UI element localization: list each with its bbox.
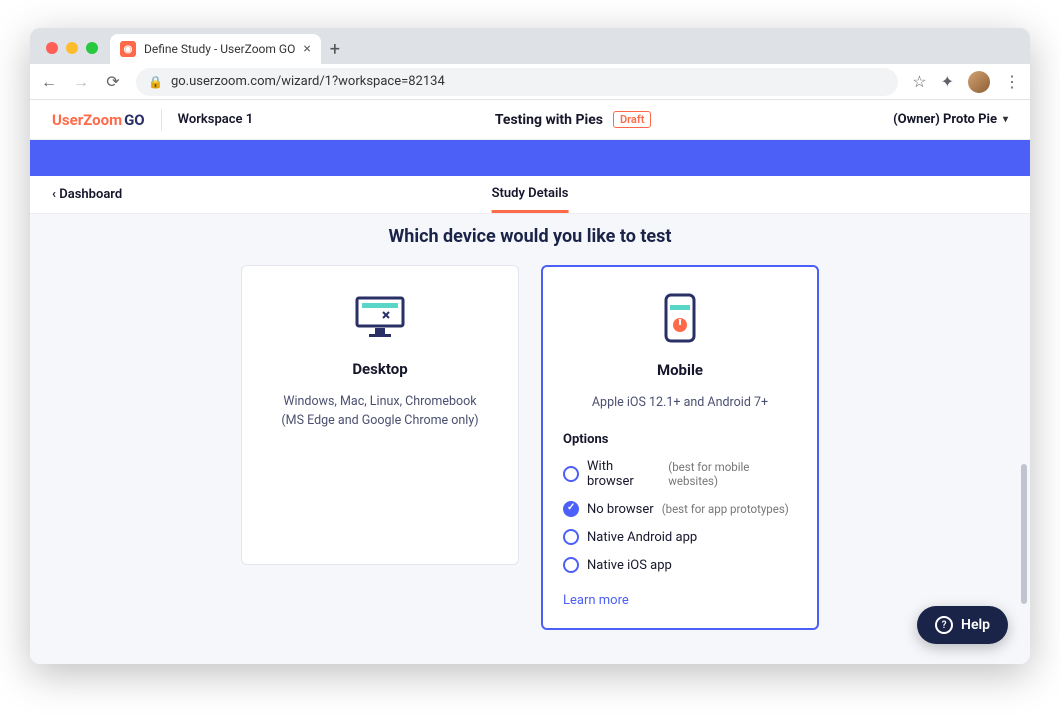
owner-dropdown[interactable]: (Owner) Proto Pie ▾ [893,112,1008,127]
lock-icon: 🔒 [148,75,163,89]
radio-icon [563,557,579,573]
app-header: UserZoomGO Workspace 1 Testing with Pies… [30,100,1030,140]
main-content: Which device would you like to test Desk… [30,214,1030,664]
new-tab-button[interactable]: + [321,34,349,64]
mobile-icon [563,293,797,343]
logo-primary: UserZoom [52,111,122,129]
option-label: With browser [587,459,660,489]
sub-header: ‹ Dashboard Study Details [30,176,1030,214]
option-hint: (best for app prototypes) [662,502,789,516]
address-bar: ← → ⟳ 🔒 go.userzoom.com/wizard/1?workspa… [30,64,1030,100]
radio-icon [563,466,579,482]
browser-window: ◉ Define Study - UserZoom GO × + ← → ⟳ 🔒… [30,28,1030,664]
window-controls [46,42,98,54]
desktop-icon [262,292,498,342]
device-card-mobile[interactable]: Mobile Apple iOS 12.1+ and Android 7+ Op… [541,265,819,630]
extensions-icon[interactable]: ✦ [941,72,954,91]
option-label: Native Android app [587,530,697,545]
url-text: go.userzoom.com/wizard/1?workspace=82134 [171,74,445,89]
options-label: Options [563,432,797,447]
star-icon[interactable]: ☆ [912,72,926,91]
help-label: Help [961,617,990,633]
workspace-label[interactable]: Workspace 1 [178,112,254,127]
tab-study-details[interactable]: Study Details [492,176,569,213]
forward-icon[interactable]: → [72,72,90,92]
logo-secondary: GO [122,111,145,129]
device-card-desktop[interactable]: Desktop Windows, Mac, Linux, Chromebook … [241,265,519,565]
option-native-android[interactable]: Native Android app [563,529,797,545]
device-cards: Desktop Windows, Mac, Linux, Chromebook … [30,265,1030,630]
radio-icon [563,529,579,545]
browser-tab[interactable]: ◉ Define Study - UserZoom GO × [110,34,321,64]
option-label: No browser [587,502,654,517]
minimize-window-icon[interactable] [66,42,78,54]
close-window-icon[interactable] [46,42,58,54]
desktop-desc: Windows, Mac, Linux, Chromebook (MS Edge… [262,392,498,431]
back-label: Dashboard [59,187,122,202]
desktop-title: Desktop [262,360,498,378]
maximize-window-icon[interactable] [86,42,98,54]
back-icon[interactable]: ← [40,72,58,92]
tab-strip: ◉ Define Study - UserZoom GO × + [30,28,1030,64]
device-question: Which device would you like to test [30,226,1030,247]
radio-checked-icon [563,501,579,517]
chevron-down-icon: ▾ [1003,114,1008,125]
url-input[interactable]: 🔒 go.userzoom.com/wizard/1?workspace=821… [136,68,898,96]
scrollbar[interactable] [1021,464,1027,604]
desktop-desc-line1: Windows, Mac, Linux, Chromebook [262,392,498,411]
tab-title: Define Study - UserZoom GO [144,42,295,56]
study-title: Testing with Pies [495,112,603,128]
browser-right-icons: ☆ ✦ ⋮ [912,71,1020,93]
divider [161,109,162,131]
reload-icon[interactable]: ⟳ [104,72,122,91]
favicon-icon: ◉ [120,41,136,57]
kebab-menu-icon[interactable]: ⋮ [1004,72,1020,91]
option-native-ios[interactable]: Native iOS app [563,557,797,573]
profile-avatar-icon[interactable] [968,71,990,93]
draft-badge: Draft [613,111,651,128]
owner-label: (Owner) Proto Pie [893,112,997,127]
help-icon: ? [935,616,953,634]
desktop-desc-line2: (MS Edge and Google Chrome only) [262,411,498,430]
option-hint: (best for mobile websites) [668,460,797,488]
mobile-desc: Apple iOS 12.1+ and Android 7+ [563,393,797,412]
help-button[interactable]: ? Help [917,606,1008,644]
option-no-browser[interactable]: No browser (best for app prototypes) [563,501,797,517]
logo[interactable]: UserZoomGO [52,111,145,129]
option-label: Native iOS app [587,558,672,573]
tab-close-icon[interactable]: × [303,41,310,57]
accent-bar [30,140,1030,176]
learn-more-link[interactable]: Learn more [563,593,629,608]
mobile-options: Options With browser (best for mobile we… [563,432,797,608]
header-center: Testing with Pies Draft [269,111,877,128]
mobile-title: Mobile [563,361,797,379]
back-to-dashboard-link[interactable]: ‹ Dashboard [52,187,122,202]
option-with-browser[interactable]: With browser (best for mobile websites) [563,459,797,489]
